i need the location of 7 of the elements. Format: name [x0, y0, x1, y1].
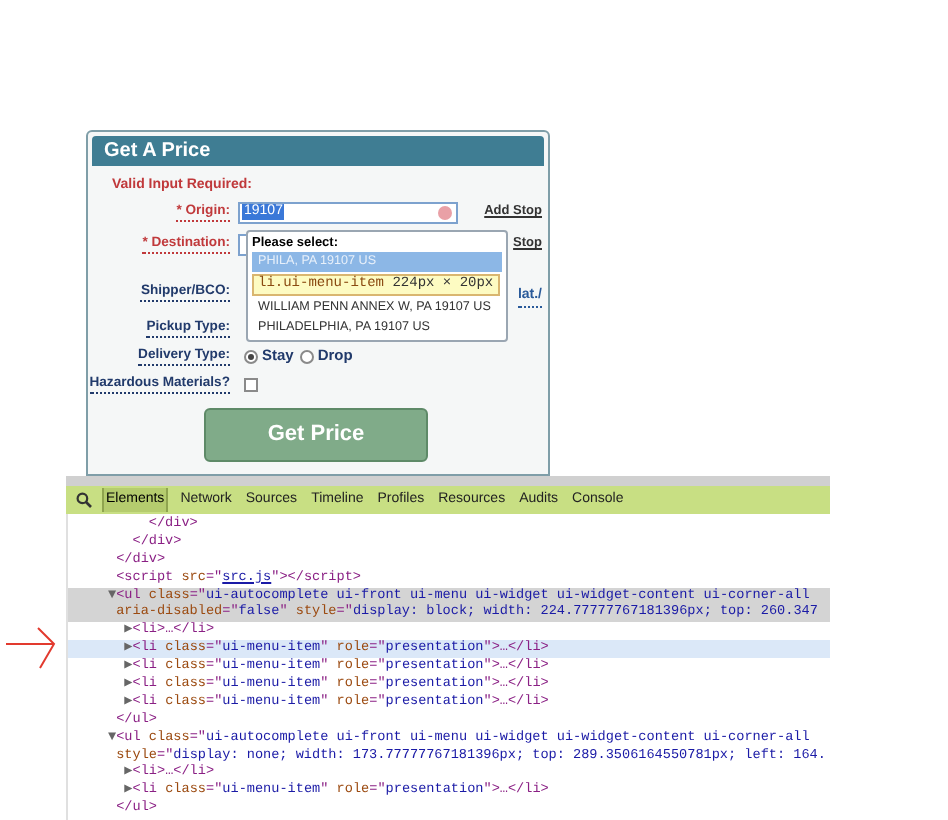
search-icon[interactable]: [76, 492, 92, 508]
radio-button[interactable]: [299, 349, 314, 363]
arrow-annotation: [4, 624, 58, 672]
radio-button[interactable]: [244, 349, 258, 363]
checkbox[interactable]: [244, 377, 258, 391]
panel-title: Get A Price: [92, 136, 544, 166]
clear-icon[interactable]: [438, 205, 452, 219]
